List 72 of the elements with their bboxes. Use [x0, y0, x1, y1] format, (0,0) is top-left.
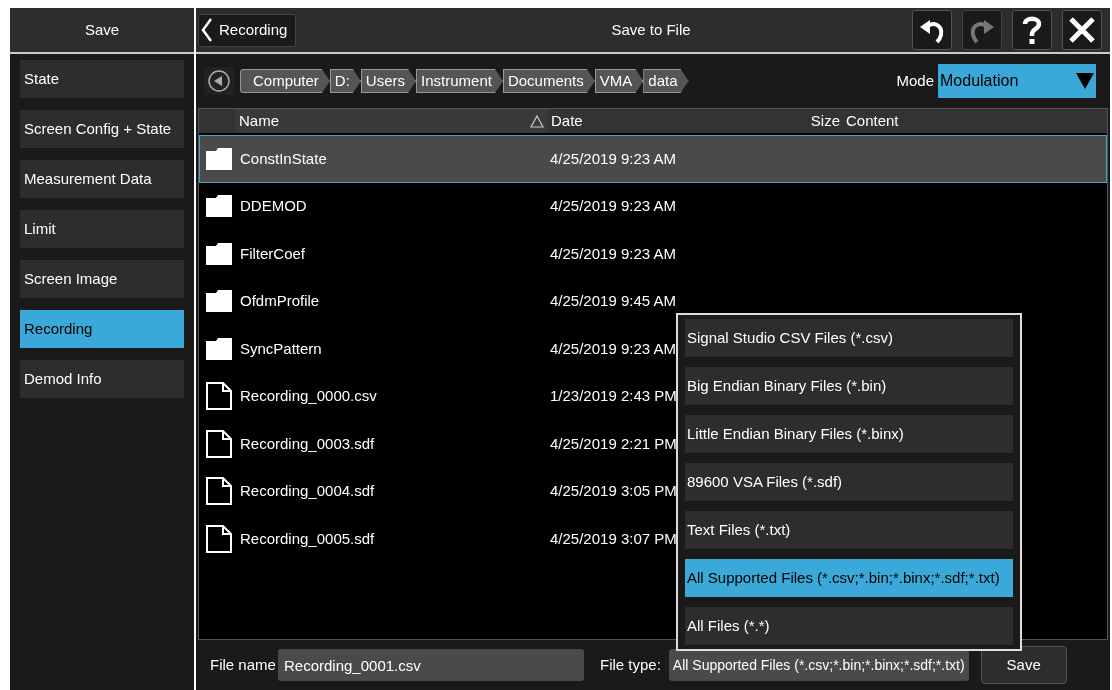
column-header[interactable]: Content: [840, 109, 899, 133]
question-mark-icon: [1021, 15, 1043, 45]
file-name[interactable]: ConstInState: [240, 147, 550, 170]
folder-icon: [206, 337, 232, 360]
breadcrumb-item[interactable]: VMA: [594, 69, 644, 93]
file-date: 4/25/2019 9:23 AM: [550, 338, 676, 359]
column-header[interactable]: Name: [239, 109, 279, 133]
folder-icon: [206, 195, 232, 218]
close-icon: [1067, 15, 1097, 45]
file-date: 4/25/2019 9:23 AM: [550, 148, 676, 169]
breadcrumb-item[interactable]: data: [643, 69, 689, 93]
file-name[interactable]: SyncPattern: [240, 337, 550, 360]
file-type-label: File type:: [600, 654, 661, 675]
file-type-option[interactable]: Signal Studio CSV Files (*.csv): [685, 319, 1013, 357]
undo-button[interactable]: [912, 10, 952, 50]
breadcrumb-item[interactable]: Users: [360, 69, 417, 93]
mode-label: Mode: [896, 70, 934, 91]
sidebar-item[interactable]: Measurement Data: [20, 160, 184, 198]
document-icon: [206, 429, 232, 458]
breadcrumb-item[interactable]: D:: [329, 69, 361, 93]
breadcrumb-item[interactable]: Documents: [502, 69, 595, 93]
file-name[interactable]: Recording_0003.sdf: [240, 432, 550, 455]
dialog-title: Save to File: [610, 19, 692, 40]
file-date: 1/23/2019 2:43 PM: [550, 386, 677, 406]
sort-ascending-icon: [530, 114, 544, 128]
sidebar-item[interactable]: State: [20, 60, 184, 98]
file-type-option[interactable]: Little Endian Binary Files (*.binx): [685, 415, 1013, 453]
file-type-option[interactable]: Big Endian Binary Files (*.bin): [685, 367, 1013, 405]
save-button[interactable]: Save: [980, 646, 1067, 684]
folder-icon: [206, 290, 232, 313]
file-type-option[interactable]: 89600 VSA Files (*.sdf): [685, 463, 1013, 501]
breadcrumb-item[interactable]: Instrument: [416, 69, 503, 93]
document-icon: [206, 524, 232, 553]
panel-title: Save: [10, 8, 194, 54]
file-name[interactable]: DDEMOD: [240, 195, 550, 218]
file-date: 4/25/2019 9:45 AM: [550, 291, 676, 311]
file-type-option[interactable]: All Supported Files (*.csv;*.bin;*.binx;*.sdf;*.txt): [685, 559, 1013, 597]
file-date: 4/25/2019 9:23 AM: [550, 243, 676, 264]
file-name[interactable]: Recording_0004.sdf: [240, 480, 550, 503]
file-date: 4/25/2019 3:05 PM: [550, 481, 677, 501]
sidebar-item[interactable]: Demod Info: [20, 360, 184, 398]
file-name[interactable]: OfdmProfile: [240, 290, 550, 313]
mode-dropdown[interactable]: Modulation: [938, 64, 1096, 98]
file-date: 4/25/2019 3:07 PM: [550, 528, 677, 549]
help-button[interactable]: [1012, 10, 1052, 50]
file-date: 4/25/2019 2:21 PM: [550, 433, 677, 454]
dropdown-arrow-icon: [1076, 73, 1094, 89]
document-icon: [206, 382, 232, 411]
column-header[interactable]: Size: [800, 109, 840, 133]
file-name[interactable]: Recording_0005.sdf: [240, 527, 550, 550]
file-name-field[interactable]: Recording_0001.csv: [278, 649, 584, 681]
file-name[interactable]: FilterCoef: [240, 242, 550, 265]
file-date: 4/25/2019 9:23 AM: [550, 196, 676, 216]
file-type-option[interactable]: All Files (*.*): [685, 607, 1013, 645]
sidebar-item[interactable]: Recording: [20, 310, 184, 348]
back-nav-button[interactable]: [204, 67, 234, 95]
back-button[interactable]: Recording: [198, 13, 297, 47]
sidebar-item[interactable]: Limit: [20, 210, 184, 248]
column-header[interactable]: Date: [548, 109, 800, 133]
chevron-left-icon: [201, 17, 213, 43]
file-name-label: File name: [210, 654, 277, 675]
document-icon: [206, 477, 232, 506]
sidebar-item[interactable]: Screen Image: [20, 260, 184, 298]
folder-icon: [206, 242, 232, 265]
breadcrumb-item[interactable]: Computer: [240, 69, 330, 93]
file-type-dropdown[interactable]: All Supported Files (*.csv;*.bin;*.binx;*.sdf;*.txt): [668, 649, 969, 681]
folder-icon: [206, 147, 232, 170]
sidebar-item[interactable]: Screen Config + State: [20, 110, 184, 148]
file-name[interactable]: Recording_0000.csv: [240, 385, 550, 408]
file-type-option[interactable]: Text Files (*.txt): [685, 511, 1013, 549]
close-button[interactable]: [1062, 10, 1102, 50]
selected-file-row[interactable]: ConstInState 4/25/2019 9:23 AM: [199, 135, 1107, 183]
